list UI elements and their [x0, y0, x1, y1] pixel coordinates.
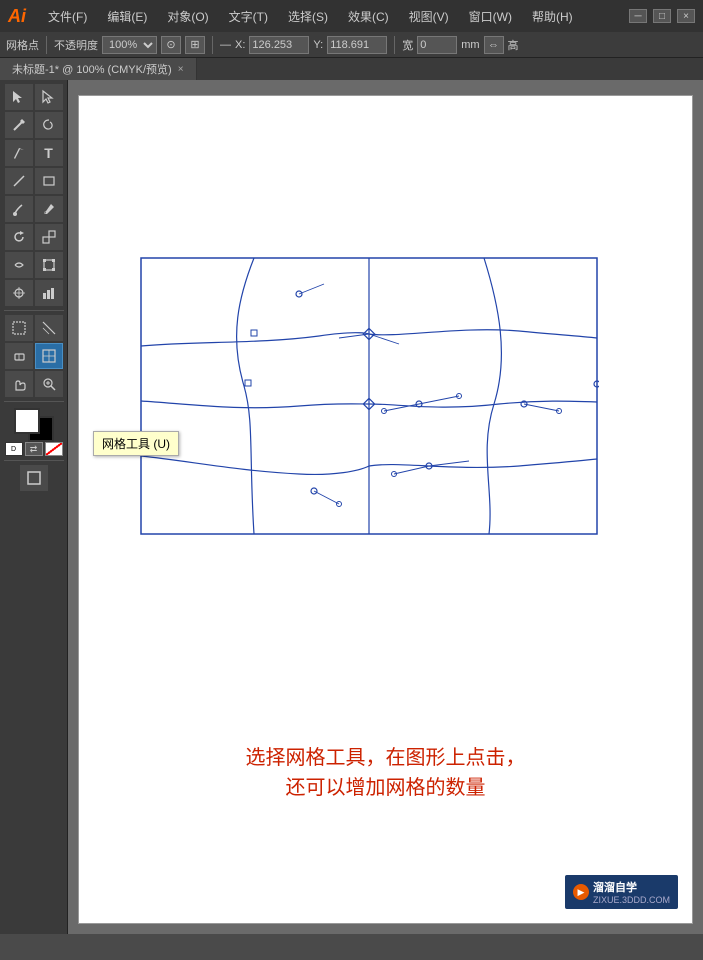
warp-tool[interactable]: [5, 252, 33, 278]
slice-tool[interactable]: [35, 315, 63, 341]
watermark-icon: ▶: [573, 884, 589, 900]
window-controls: ─ □ ×: [629, 9, 695, 23]
document-tab[interactable]: 未标题-1* @ 100% (CMYK/预览) ×: [0, 58, 197, 80]
none-indicator: D: [11, 446, 16, 453]
annotation-line1: 选择网格工具，在图形上点击，: [246, 743, 526, 773]
tool-separator-2: [4, 401, 64, 402]
toolbar2-label: 网格点: [6, 37, 39, 53]
height-label: 高: [508, 37, 519, 53]
close-button[interactable]: ×: [677, 9, 695, 23]
column-graph-tool[interactable]: [35, 280, 63, 306]
menu-select[interactable]: 选择(S): [282, 6, 334, 27]
tool-separator-1: [4, 310, 64, 311]
options-icon-1[interactable]: ⊙: [161, 36, 181, 54]
tool-row-6: [5, 224, 63, 250]
options-bar: 网格点 不透明度 100% ⊙ ⊞ — X: Y: 宽 mm ⇔ 高: [0, 32, 703, 58]
watermark-url: ZIXUE.3DDD.COM: [593, 895, 670, 905]
mesh-tool-tooltip: 网格工具 (U): [93, 431, 179, 456]
y-input[interactable]: [327, 36, 387, 54]
canvas-paper: 网格工具 (U) 选择网格工具，在图形上点击， 还可以增加网格的数量 ▶ 溜溜自…: [78, 95, 693, 924]
free-transform-tool[interactable]: [35, 252, 63, 278]
tool-row-9: [5, 315, 63, 341]
x-label2: X:: [235, 39, 245, 51]
color-boxes: [14, 408, 54, 440]
line-tool[interactable]: [5, 168, 33, 194]
default-colors-button[interactable]: D: [5, 442, 23, 456]
eraser-tool[interactable]: [5, 343, 33, 369]
main-area: T: [0, 80, 703, 934]
menu-edit[interactable]: 编辑(E): [101, 6, 153, 27]
menu-effect[interactable]: 效果(C): [342, 6, 395, 27]
pen-tool[interactable]: [5, 140, 33, 166]
tool-row-modes: [20, 465, 48, 491]
tool-row-10: [5, 343, 63, 369]
selection-tool[interactable]: [5, 84, 33, 110]
annotation-line2: 还可以增加网格的数量: [246, 773, 526, 803]
watermark-text: 溜溜自学 ZIXUE.3DDD.COM: [593, 879, 670, 905]
menu-view[interactable]: 视图(V): [403, 6, 455, 27]
text-tool[interactable]: T: [35, 140, 63, 166]
x-input[interactable]: [249, 36, 309, 54]
left-toolbar: T: [0, 80, 68, 934]
magic-wand-tool[interactable]: [5, 112, 33, 138]
restore-button[interactable]: □: [653, 9, 671, 23]
paintbrush-tool[interactable]: [5, 196, 33, 222]
tool-row-5: [5, 196, 63, 222]
opacity-select[interactable]: 100%: [102, 36, 157, 54]
tool-row-3: T: [5, 140, 63, 166]
lasso-tool[interactable]: [35, 112, 63, 138]
opacity-label: 不透明度: [54, 37, 98, 53]
tool-row-8: [5, 280, 63, 306]
text-tool-icon: T: [44, 145, 53, 161]
tool-separator-3: [4, 460, 64, 461]
pencil-tool[interactable]: [35, 196, 63, 222]
tool-row-4: [5, 168, 63, 194]
direct-selection-tool[interactable]: [35, 84, 63, 110]
none-color-button[interactable]: [45, 442, 63, 456]
width-input[interactable]: [417, 36, 457, 54]
rect-tool[interactable]: [35, 168, 63, 194]
width-label: 宽: [402, 37, 413, 53]
foreground-color[interactable]: [14, 408, 40, 434]
options-icon-2[interactable]: ⊞: [185, 36, 205, 54]
minimize-button[interactable]: ─: [629, 9, 647, 23]
titlebar: Ai 文件(F) 编辑(E) 对象(O) 文字(T) 选择(S) 效果(C) 视…: [0, 0, 703, 32]
menu-text[interactable]: 文字(T): [223, 6, 274, 27]
color-area: D ⇄: [5, 408, 63, 456]
symbol-sprayer-tool[interactable]: [5, 280, 33, 306]
menu-file[interactable]: 文件(F): [42, 6, 93, 27]
tool-row-7: [5, 252, 63, 278]
tab-bar: 未标题-1* @ 100% (CMYK/预览) ×: [0, 58, 703, 80]
mesh-diagram: [139, 256, 599, 536]
watermark: ▶ 溜溜自学 ZIXUE.3DDD.COM: [565, 875, 678, 909]
y-label: Y:: [313, 39, 323, 51]
menu-window[interactable]: 窗口(W): [463, 6, 518, 27]
canvas-area: 网格工具 (U) 选择网格工具，在图形上点击， 还可以增加网格的数量 ▶ 溜溜自…: [68, 80, 703, 934]
ai-logo: Ai: [8, 6, 26, 27]
menu-help[interactable]: 帮助(H): [526, 6, 579, 27]
tool-row-1: [5, 84, 63, 110]
x-label: —: [220, 39, 231, 51]
rotate-tool[interactable]: [5, 224, 33, 250]
menu-object[interactable]: 对象(O): [161, 6, 214, 27]
zoom-tool[interactable]: [35, 371, 63, 397]
watermark-brand: 溜溜自学: [593, 879, 670, 895]
color-mode-row: D ⇄: [5, 442, 63, 456]
mesh-tool[interactable]: [35, 343, 63, 369]
swap-colors-button[interactable]: ⇄: [25, 442, 43, 456]
canvas-annotation: 选择网格工具，在图形上点击， 还可以增加网格的数量: [246, 743, 526, 803]
tool-row-2: [5, 112, 63, 138]
artboard-tool[interactable]: [5, 315, 33, 341]
normal-mode-button[interactable]: [20, 465, 48, 491]
tab-close-button[interactable]: ×: [178, 64, 184, 75]
tab-title: 未标题-1* @ 100% (CMYK/预览): [12, 61, 172, 77]
tool-row-11: [5, 371, 63, 397]
hand-tool[interactable]: [5, 371, 33, 397]
chain-icon[interactable]: ⇔: [484, 36, 504, 54]
width-unit: mm: [461, 39, 479, 51]
scale-tool[interactable]: [35, 224, 63, 250]
